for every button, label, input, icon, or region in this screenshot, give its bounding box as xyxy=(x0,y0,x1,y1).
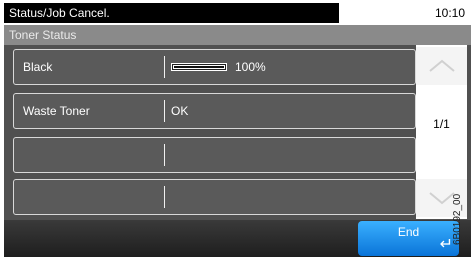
toner-row-waste[interactable]: Waste Toner OK xyxy=(13,93,416,129)
row-divider xyxy=(164,100,165,122)
row-label: Waste Toner xyxy=(23,104,90,118)
toner-row-empty-2[interactable] xyxy=(13,179,416,215)
screen-title: Status/Job Cancel. xyxy=(4,3,339,23)
clock: 10:10 xyxy=(345,3,471,23)
toner-row-black[interactable]: Black 100% xyxy=(13,49,416,85)
toner-status-screen: Status/Job Cancel. 10:10 Toner Status Bl… xyxy=(0,0,475,258)
toner-status-panel: Toner Status Black 100% Waste Toner OK xyxy=(4,25,471,220)
toner-row-empty-1[interactable] xyxy=(13,137,416,173)
toner-level-text: 100% xyxy=(235,60,266,74)
figure-code: 6B0192_00 xyxy=(452,193,463,245)
row-divider xyxy=(164,144,165,166)
scroll-up-button[interactable] xyxy=(416,47,467,85)
end-button[interactable]: End ↵ xyxy=(358,221,459,256)
chevron-up-icon xyxy=(428,59,455,72)
row-value: OK xyxy=(171,104,189,118)
enter-icon: ↵ xyxy=(439,236,453,253)
row-divider xyxy=(164,186,165,208)
row-divider xyxy=(164,56,165,78)
toner-level-meter xyxy=(171,63,227,71)
row-label: Black xyxy=(23,60,53,74)
row-value: 100% xyxy=(171,50,266,84)
bottom-bar: End ↵ xyxy=(4,220,471,257)
toner-level-fill xyxy=(173,65,225,69)
page-indicator: 1/1 xyxy=(433,117,450,131)
section-title: Toner Status xyxy=(4,25,471,45)
